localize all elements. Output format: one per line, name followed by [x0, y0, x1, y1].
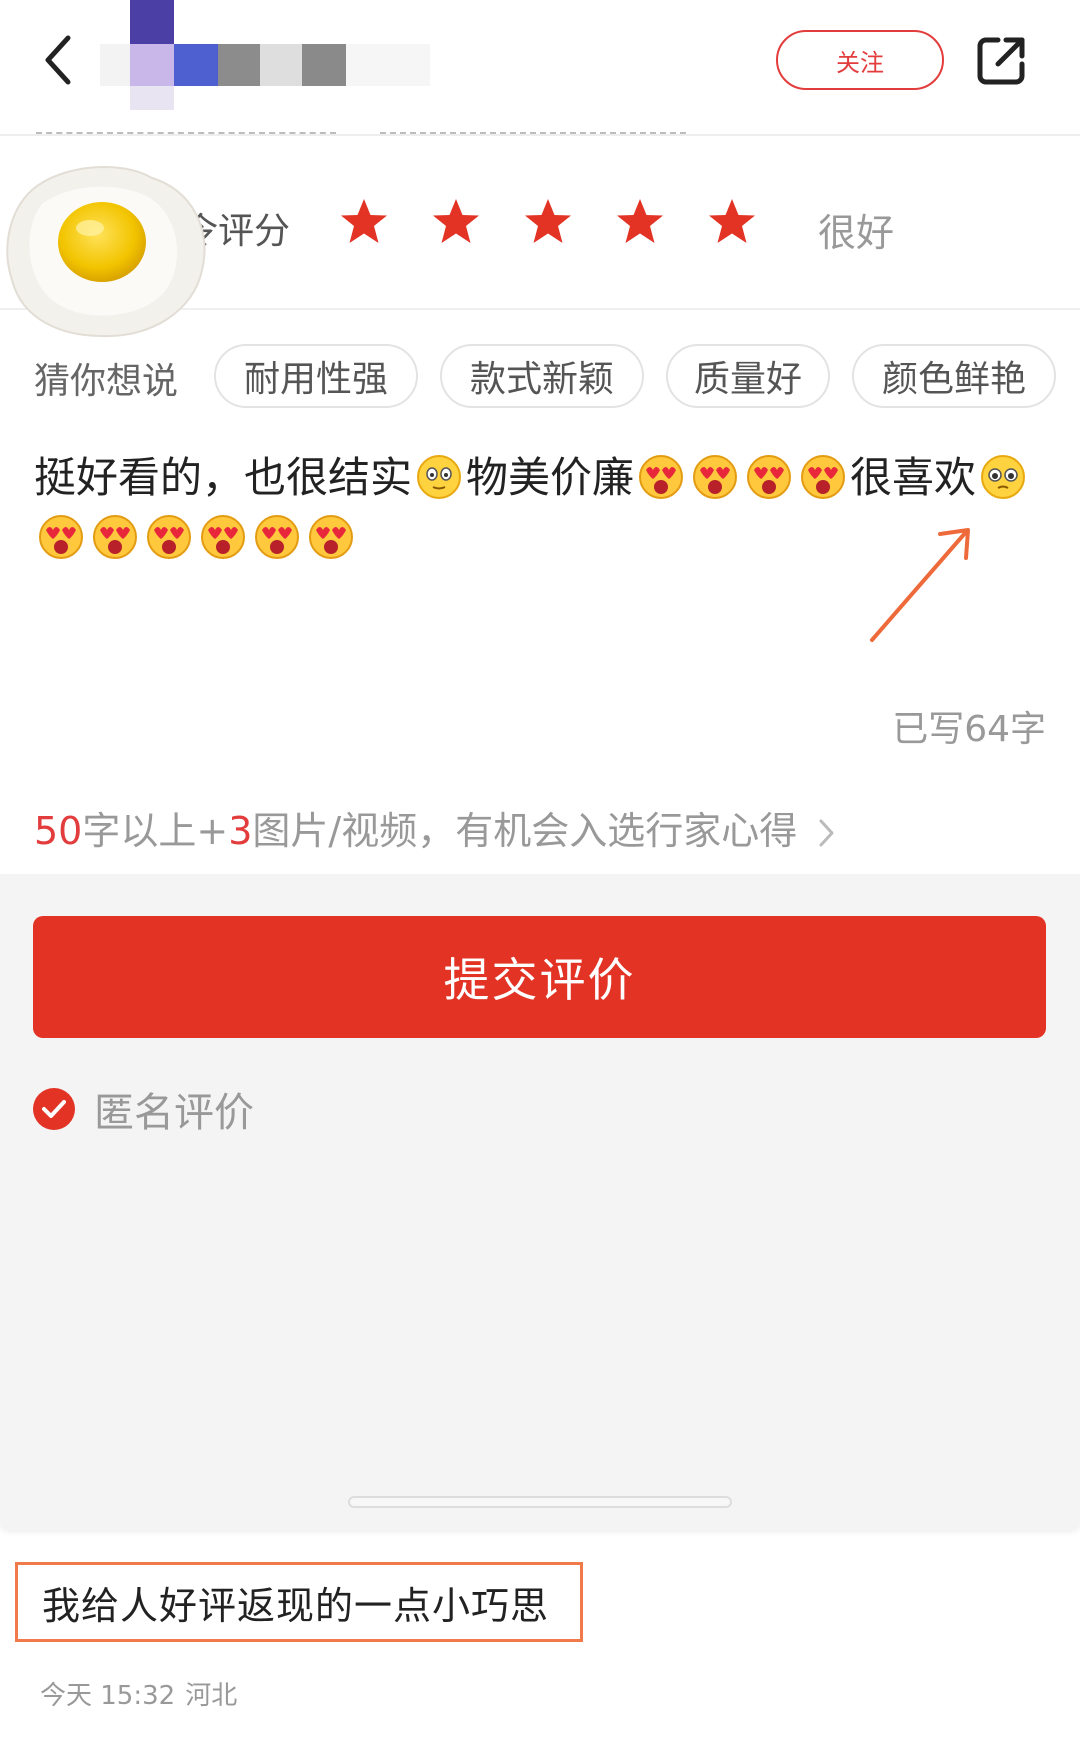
- hint-text: 字以上+: [82, 809, 229, 853]
- action-area: 提交评价 匿名评价: [0, 874, 1080, 1530]
- rating-text: 很好: [818, 211, 895, 255]
- divider: [36, 132, 336, 136]
- anonymous-toggle[interactable]: 匿名评价: [32, 1080, 254, 1138]
- hint-number: 3: [228, 809, 253, 853]
- screenshot-frame: 关注 令评分 很好 猜你想说 耐用性强 款式新颖 质量好 颜色鲜艳 挺好看的，也…: [0, 0, 1080, 1748]
- post-location: 河北: [185, 1681, 238, 1711]
- selection-hint-link[interactable]: 50字以上+3图片/视频，有机会入选行家心得: [34, 800, 835, 855]
- tags-title: 猜你想说: [34, 361, 179, 402]
- heart-eyes-emoji-icon: [93, 515, 137, 559]
- share-icon[interactable]: [976, 34, 1028, 86]
- home-indicator[interactable]: [348, 1496, 732, 1508]
- pleading-face-emoji-icon: [981, 455, 1026, 499]
- comment-text: 很喜欢: [850, 453, 977, 502]
- heart-eyes-emoji-icon: [255, 515, 299, 559]
- tag-chip[interactable]: 质量好: [666, 344, 830, 408]
- submit-review-button[interactable]: 提交评价: [33, 916, 1046, 1038]
- hint-text: 图片/视频，有机会入选行家心得: [252, 809, 798, 853]
- post-time: 今天 15:32: [40, 1681, 176, 1711]
- heart-eyes-emoji-icon: [801, 455, 846, 499]
- follow-button[interactable]: 关注: [776, 30, 944, 90]
- heart-eyes-emoji-icon: [747, 455, 792, 499]
- annotation-arrow-icon: [870, 528, 970, 642]
- star-rating[interactable]: [338, 196, 758, 256]
- shy-face-emoji-icon: [417, 455, 462, 499]
- star-icon[interactable]: [430, 196, 482, 248]
- back-arrow-icon[interactable]: [38, 30, 78, 90]
- heart-eyes-emoji-icon: [639, 455, 684, 499]
- comment-text: 物美价廉: [466, 453, 635, 502]
- heart-eyes-emoji-icon: [309, 515, 353, 559]
- tag-chip[interactable]: 颜色鲜艳: [852, 344, 1056, 408]
- hint-number: 50: [34, 809, 83, 853]
- star-icon[interactable]: [614, 196, 666, 248]
- heart-eyes-emoji-icon: [693, 455, 738, 499]
- post-meta: 今天 15:32 河北: [40, 1675, 237, 1712]
- star-icon[interactable]: [522, 196, 574, 248]
- fried-egg-sticker: [6, 165, 206, 338]
- review-screen: 关注 令评分 很好 猜你想说 耐用性强 款式新颖 质量好 颜色鲜艳 挺好看的，也…: [0, 0, 1080, 1530]
- blurred-store-avatar: [100, 0, 430, 110]
- anonymous-label: 匿名评价: [94, 1090, 254, 1136]
- star-icon[interactable]: [706, 196, 758, 248]
- tag-chip[interactable]: 耐用性强: [214, 344, 418, 408]
- checkmark-circle-icon[interactable]: [32, 1087, 76, 1131]
- post-title: 我给人好评返现的一点小巧思: [42, 1583, 550, 1628]
- tag-chip[interactable]: 款式新颖: [440, 344, 644, 408]
- char-count: 已写64字: [892, 709, 1046, 750]
- post-title-box: 我给人好评返现的一点小巧思: [15, 1562, 583, 1642]
- star-icon[interactable]: [338, 196, 390, 248]
- heart-eyes-emoji-icon: [147, 515, 191, 559]
- chevron-right-icon: [819, 819, 834, 847]
- divider: [380, 132, 686, 136]
- comment-text: 挺好看的，也很结实: [34, 453, 413, 502]
- top-bar: 关注: [0, 0, 1080, 136]
- heart-eyes-emoji-icon: [201, 515, 245, 559]
- suggestion-tags: 猜你想说 耐用性强 款式新颖 质量好 颜色鲜艳: [0, 340, 1080, 412]
- heart-eyes-emoji-icon: [39, 515, 83, 559]
